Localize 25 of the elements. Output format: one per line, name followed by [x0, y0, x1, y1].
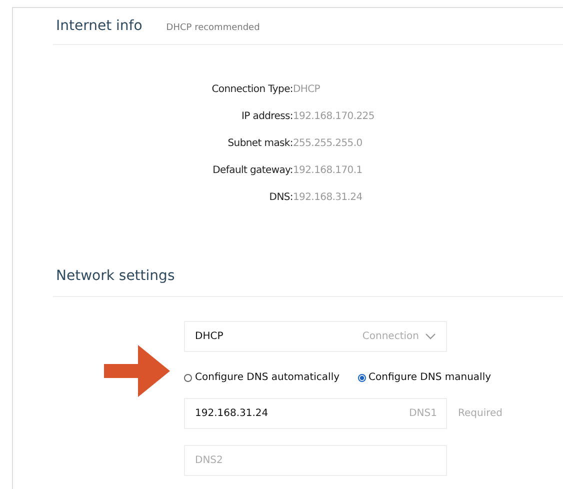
info-label: Connection Type: — [210, 84, 293, 95]
arrow-icon — [104, 345, 170, 397]
dropdown-label: Connection — [362, 331, 419, 342]
info-value: 192.168.170.1 — [293, 165, 364, 176]
info-value: DHCP — [293, 84, 322, 95]
info-label: Default gateway: — [212, 165, 293, 176]
dns-field[interactable]: DNS2 — [184, 445, 447, 476]
hint-text: DHCP recommended — [166, 23, 260, 33]
required-note: Required — [458, 408, 503, 419]
info-value: 255.255.255.0 — [293, 138, 364, 149]
chevron-down-icon — [425, 333, 436, 340]
info-label: IP address: — [240, 111, 293, 122]
info-label: DNS: — [268, 192, 293, 203]
radio-option[interactable]: Configure DNS manually — [358, 372, 492, 383]
section-title: Network settings — [56, 268, 175, 284]
radio-icon[interactable] — [184, 374, 192, 382]
field-label: DNS1 — [409, 408, 437, 419]
radio-option[interactable]: Configure DNS automatically — [184, 372, 340, 383]
connection-dropdown[interactable]: DHCP Connection — [184, 321, 447, 352]
section-title: Internet info — [56, 18, 142, 34]
dropdown-value: DHCP — [195, 331, 224, 342]
info-label: Subnet mask: — [226, 138, 293, 149]
info-value: 192.168.170.225 — [293, 111, 376, 122]
info-value: 192.168.31.24 — [293, 192, 364, 203]
radio-icon[interactable] — [358, 374, 366, 382]
